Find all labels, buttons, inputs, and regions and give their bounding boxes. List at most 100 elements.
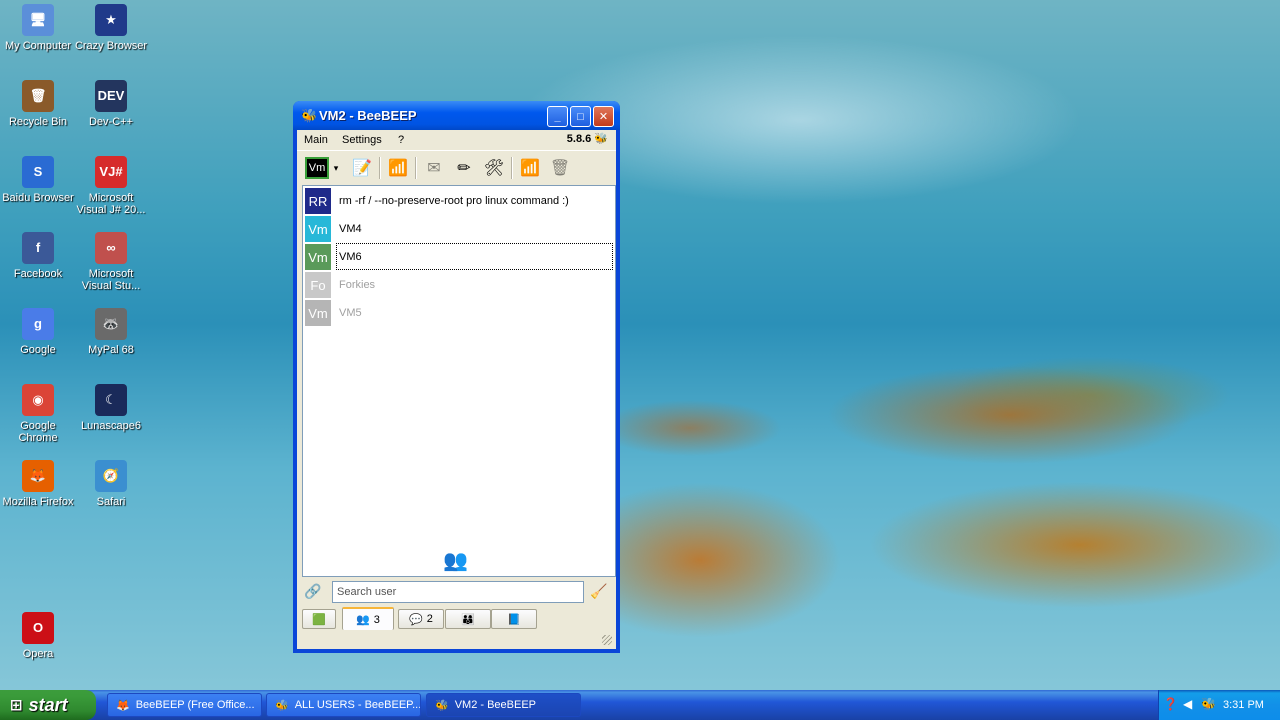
desktop-icon-safari[interactable]: 🧭 Safari — [73, 460, 149, 508]
opera-icon: O — [22, 612, 54, 644]
menu-main[interactable]: Main — [304, 134, 328, 146]
desktop-icon-chrome[interactable]: ◉ Google Chrome — [0, 384, 76, 444]
desktop-icon-lunascape[interactable]: ☾ Lunascape6 — [73, 384, 149, 432]
menu-settings[interactable]: Settings — [342, 134, 382, 146]
chevron-left-icon[interactable]: ◀ — [1183, 697, 1192, 711]
user-row[interactable]: Vm VM4 — [305, 216, 613, 242]
taskbar: ⊞ start 🦊 BeeBEEP (Free Office... 🐝 ALL USE… — [0, 690, 1280, 720]
taskbar-button[interactable]: 🦊 BeeBEEP (Free Office... — [107, 693, 262, 717]
tab-count: 2 — [426, 613, 433, 625]
desktop-icon-crazy-browser[interactable]: ★ Crazy Browser — [73, 4, 149, 52]
beebeep-icon: 🐝 — [275, 699, 289, 712]
tools-icon[interactable]: 🛠 — [481, 156, 507, 180]
desktop-icon-baidu-browser[interactable]: S Baidu Browser — [0, 156, 76, 204]
search-bar: 🔗 🧹 — [302, 578, 616, 606]
desktop-icon-label: Microsoft Visual J# 20... — [76, 192, 146, 216]
beebeep-app-icon: 🐝 — [301, 108, 318, 123]
user-name: VM4 — [339, 223, 362, 235]
beebeep-window: 🐝 VM2 - BeeBEEP _ □ ✕ Main Settings ? 5.… — [293, 101, 620, 653]
taskbar-button[interactable]: 🐝 VM2 - BeeBEEP — [426, 693, 581, 717]
user-avatar: Fo — [305, 272, 331, 298]
taskbar-button-label: ALL USERS - BeeBEEP... — [294, 699, 421, 711]
version-label: 5.8.6 🐝 — [566, 133, 608, 145]
write-message-icon[interactable]: ✏ — [451, 156, 477, 180]
desktop-icon-opera[interactable]: O Opera — [0, 612, 76, 660]
tab-groups[interactable]: 👨‍👩‍👦 — [445, 609, 491, 629]
user-list: 👥 RR rm -rf / --no-preserve-root pro linu… — [302, 185, 616, 577]
window-title: VM2 - BeeBEEP — [319, 108, 417, 123]
desktop-icon-label: Safari — [96, 496, 126, 508]
desktop-icon-label: MyPal 68 — [88, 344, 134, 356]
user-row[interactable]: RR rm -rf / --no-preserve-root pro linux … — [305, 188, 613, 214]
desktop-icon-google[interactable]: g Google — [0, 308, 76, 356]
visual-jsharp-icon: VJ# — [95, 156, 127, 188]
edit-profile-icon[interactable]: 📝 — [349, 156, 375, 180]
trash-icon[interactable]: 🗑 — [547, 156, 573, 180]
tab-users[interactable]: 👥 3 — [342, 607, 394, 630]
selection-outline — [336, 243, 613, 270]
safari-icon: 🧭 — [95, 460, 127, 492]
desktop-icon-visual-studio[interactable]: ∞ Microsoft Visual Stu... — [73, 232, 149, 292]
beebeep-icon: 🐝 — [435, 699, 449, 712]
desktop-icon-label: Opera — [22, 648, 54, 660]
start-button[interactable]: ⊞ start — [0, 690, 96, 720]
windows-flag-icon: ⊞ — [10, 697, 23, 714]
user-name: Forkies — [339, 279, 376, 291]
tab-bar: 🟩 👥 3 💬 2 👨‍👩‍👦 📘 — [302, 607, 616, 631]
taskbar-button-label: VM2 - BeeBEEP — [454, 699, 537, 711]
tab-chat-window[interactable]: 🟩 — [302, 609, 336, 629]
tab-file-share[interactable]: 📘 — [491, 609, 537, 629]
menu-bar: Main Settings ? 5.8.6 🐝 — [297, 130, 616, 150]
bee-icon: 🐝 — [594, 133, 608, 145]
profile-button[interactable]: Vm — [305, 157, 329, 179]
user-avatar: Vm — [305, 216, 331, 242]
desktop-icon-firefox[interactable]: 🦊 Mozilla Firefox — [0, 460, 76, 508]
desktop-icon-computer[interactable]: 🖥 My Computer — [0, 4, 76, 52]
resize-grip[interactable] — [602, 635, 612, 645]
user-row[interactable]: Fo Forkies — [305, 272, 613, 298]
user-avatar: Vm — [305, 300, 331, 326]
tab-count: 3 — [373, 613, 380, 626]
beebeep-tray-icon[interactable]: 🐝 — [1201, 697, 1216, 711]
user-avatar: RR — [305, 188, 331, 214]
mail-icon[interactable]: ✉ — [421, 156, 447, 180]
sort-icon[interactable]: 📶 — [517, 156, 543, 180]
taskbar-button-label: BeeBEEP (Free Office... — [135, 699, 255, 711]
file-share-icon: 📘 — [507, 613, 521, 626]
maximize-button[interactable]: □ — [570, 106, 591, 127]
minimize-button[interactable]: _ — [547, 106, 568, 127]
toolbar: Vm ▾ 📝 📶 ✉ ✏ 🛠 📶 🗑 — [297, 150, 616, 185]
desktop-icon-label: Mozilla Firefox — [2, 496, 74, 508]
help-icon[interactable]: ❓ — [1163, 697, 1178, 711]
desktop-icon-dev-cpp[interactable]: DEV Dev-C++ — [73, 80, 149, 128]
user-row[interactable]: Vm VM6 — [305, 243, 613, 270]
chevron-down-icon[interactable]: ▾ — [331, 156, 341, 180]
desktop-icon-label: Baidu Browser — [2, 192, 74, 204]
title-bar[interactable]: 🐝 VM2 - BeeBEEP _ □ ✕ — [293, 101, 620, 130]
search-input[interactable] — [332, 581, 584, 603]
desktop-icon-recycle-bin[interactable]: 🗑 Recycle Bin — [0, 80, 76, 128]
network-icon[interactable]: 📶 — [385, 156, 411, 180]
desktop-icon-label: Lunascape6 — [81, 420, 141, 432]
recycle-bin-icon: 🗑 — [22, 80, 54, 112]
baidu-browser-icon: S — [22, 156, 54, 188]
clear-search-icon[interactable]: 🧹 — [590, 583, 607, 600]
tab-chats[interactable]: 💬 2 — [398, 609, 444, 629]
lunascape-icon: ☾ — [95, 384, 127, 416]
crazy-browser-icon: ★ — [95, 4, 127, 36]
desktop-icon-mypal[interactable]: 🦝 MyPal 68 — [73, 308, 149, 356]
close-button[interactable]: ✕ — [593, 106, 614, 127]
taskbar-button[interactable]: 🐝 ALL USERS - BeeBEEP... — [266, 693, 421, 717]
groups-icon: 👨‍👩‍👦 — [461, 613, 475, 626]
chats-icon: 💬 — [409, 613, 423, 626]
desktop-icon-label: Crazy Browser — [74, 40, 148, 52]
menu-help[interactable]: ? — [398, 134, 404, 146]
user-row[interactable]: Vm VM5 — [305, 300, 613, 326]
facebook-icon: f — [22, 232, 54, 264]
desktop-icon-label: Recycle Bin — [8, 116, 68, 128]
firefox-icon: 🦊 — [116, 699, 130, 712]
desktop-icon-visual-jsharp[interactable]: VJ# Microsoft Visual J# 20... — [73, 156, 149, 216]
desktop-icon-facebook[interactable]: f Facebook — [0, 232, 76, 280]
network-filter-icon[interactable]: 🔗 — [304, 583, 321, 600]
window-client: Main Settings ? 5.8.6 🐝 Vm ▾ 📝 📶 ✉ ✏ 🛠 📶… — [297, 130, 616, 649]
